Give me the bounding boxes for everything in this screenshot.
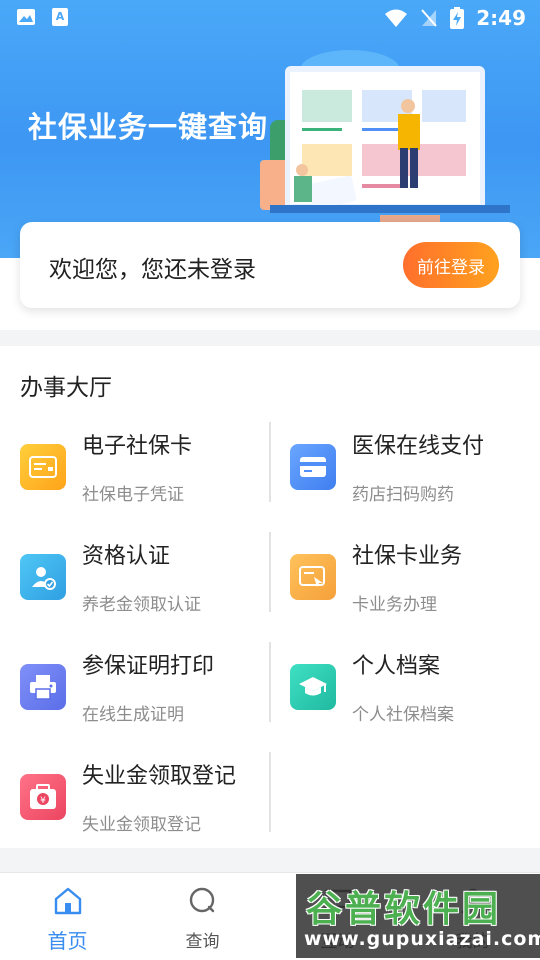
- welcome-text: 欢迎您，您还未登录: [49, 257, 256, 283]
- service-name: 电子社保卡: [82, 434, 193, 459]
- user-verify-icon: [20, 554, 66, 600]
- service-hall: 办事大厅 电子社保卡 社保电子凭证 医保在线支付 药店扫码购药 资格认证 养老金…: [0, 346, 540, 848]
- service-hall-title: 办事大厅: [20, 375, 112, 401]
- service-name: 社保卡业务: [352, 544, 463, 569]
- nav-home[interactable]: 首页: [0, 873, 135, 960]
- service-sub: 在线生成证明: [82, 705, 184, 725]
- service-sub: 个人社保档案: [352, 705, 454, 725]
- service-sub: 药店扫码购药: [352, 485, 454, 505]
- card-icon: [20, 444, 66, 490]
- watermark-url: www.gupuxiazai.com: [304, 928, 540, 950]
- home-icon: [54, 887, 81, 915]
- status-time: 2:49: [476, 6, 526, 30]
- battery-charging-icon: [450, 7, 465, 29]
- nav-label: 首页: [47, 929, 88, 953]
- nav-search[interactable]: 查询: [135, 873, 270, 960]
- svg-text:A: A: [56, 10, 65, 23]
- search-icon: [189, 887, 214, 913]
- image-notification-icon: [17, 9, 35, 25]
- service-sub: 失业金领取登记: [82, 815, 201, 835]
- no-signal-icon: [421, 9, 438, 27]
- app-notification-icon: A: [52, 8, 68, 26]
- graduation-cap-icon: [290, 664, 336, 710]
- service-sub: 卡业务办理: [352, 595, 437, 615]
- service-name: 参保证明打印: [82, 654, 215, 679]
- service-item-qualification[interactable]: 资格认证 养老金领取认证: [0, 532, 270, 642]
- wifi-icon: [385, 9, 408, 27]
- service-item-certificate-print[interactable]: 参保证明打印 在线生成证明: [0, 642, 270, 752]
- status-bar: A 2:49: [0, 0, 540, 36]
- banner: A 2:49 社保业务一键查询: [0, 0, 540, 258]
- watermark-logo: 谷普软件园: [306, 889, 502, 930]
- divider: [269, 752, 271, 832]
- login-button[interactable]: 前往登录: [403, 242, 499, 288]
- service-item-e-social-card[interactable]: 电子社保卡 社保电子凭证: [0, 422, 270, 532]
- service-name: 失业金领取登记: [82, 764, 237, 789]
- service-item-personal-archive[interactable]: 个人档案 个人社保档案: [270, 642, 540, 752]
- wallet-yen-icon: ¥: [20, 774, 66, 820]
- service-item-medical-payment[interactable]: 医保在线支付 药店扫码购药: [270, 422, 540, 532]
- service-sub: 养老金领取认证: [82, 595, 201, 615]
- payment-card-icon: [290, 444, 336, 490]
- service-name: 资格认证: [82, 544, 171, 569]
- card-business-icon: [290, 554, 336, 600]
- service-name: 医保在线支付: [352, 434, 485, 459]
- printer-icon: [20, 664, 66, 710]
- login-card: 欢迎您，您还未登录 前往登录: [20, 222, 520, 308]
- svg-text:¥: ¥: [40, 796, 46, 806]
- service-item-unemployment-registration[interactable]: ¥ 失业金领取登记 失业金领取登记: [0, 752, 270, 862]
- service-name: 个人档案: [352, 654, 441, 679]
- nav-label: 查询: [185, 932, 220, 952]
- watermark: 谷普软件园 www.gupuxiazai.com: [296, 874, 540, 958]
- service-item-card-business[interactable]: 社保卡业务 卡业务办理: [270, 532, 540, 642]
- service-sub: 社保电子凭证: [82, 485, 184, 505]
